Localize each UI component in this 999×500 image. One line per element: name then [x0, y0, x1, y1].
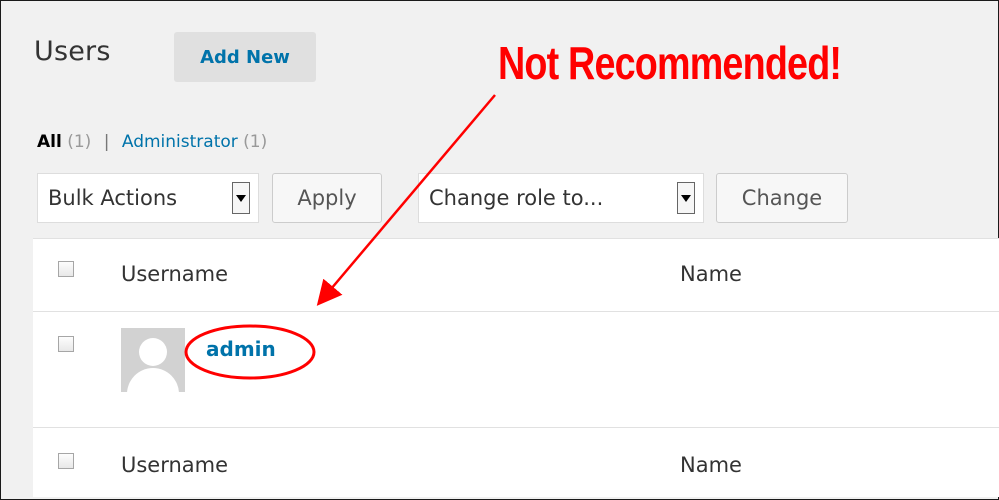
annotation-overlay	[184, 94, 496, 380]
annotation-arrow	[316, 94, 496, 306]
annotation-circle	[184, 324, 316, 380]
